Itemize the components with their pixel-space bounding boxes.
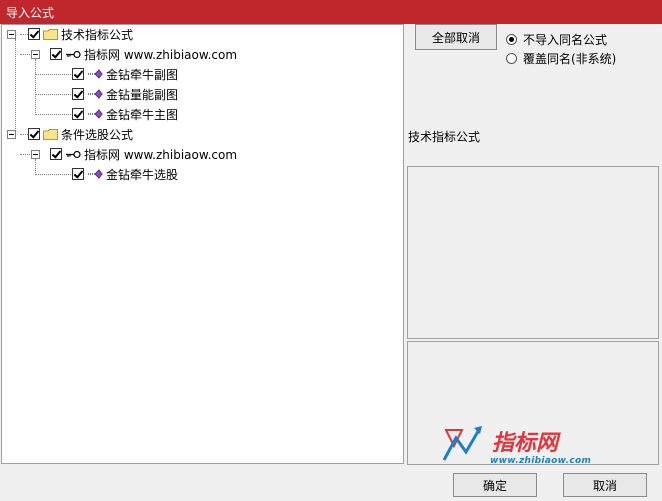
tree-connector: [35, 94, 71, 95]
folder-icon: [43, 28, 58, 40]
radio-overwrite-duplicates[interactable]: 覆盖同名(非系统): [506, 50, 616, 67]
checkbox[interactable]: [50, 148, 62, 160]
logo-brand-text: 指标网: [492, 431, 561, 456]
tree-connector: [35, 159, 36, 175]
section-label: 技术指标公式: [408, 130, 481, 144]
tree-node-label: 技术指标公式: [61, 27, 134, 42]
key-icon: [66, 50, 81, 58]
formula-info-panel: [407, 166, 659, 339]
cancel-button[interactable]: 取消: [563, 473, 647, 497]
tree-node-label: 金钻牵牛主图: [106, 107, 179, 122]
checkbox[interactable]: [72, 108, 84, 120]
formula-icon: [88, 69, 103, 79]
tree-node-formula[interactable]: 金钻量能副图: [72, 85, 178, 103]
radio-button[interactable]: [506, 53, 517, 64]
import-formula-dialog: 导入公式 技术指标公式 指标网 www.zhibiaow.com 金钻牵牛副图 …: [0, 0, 662, 501]
checkbox[interactable]: [72, 88, 84, 100]
collapse-toggle[interactable]: [7, 30, 16, 39]
checkbox[interactable]: [50, 48, 62, 60]
logo-url-text: www.zhibiaow.com: [490, 456, 592, 466]
formula-icon: [88, 89, 103, 99]
tree-connector: [35, 74, 71, 75]
tree-node-screening-formulas[interactable]: 条件选股公式: [28, 125, 133, 143]
tree-node-formula[interactable]: 金钻牵牛副图: [72, 65, 178, 83]
radio-button[interactable]: [506, 34, 517, 45]
tree-node-label: 条件选股公式: [61, 127, 134, 142]
tree-connector: [35, 59, 36, 115]
tree-node-label: 金钻牵牛副图: [106, 67, 179, 82]
radio-label: 不导入同名公式: [523, 33, 608, 47]
collapse-toggle[interactable]: [7, 130, 16, 139]
radio-label: 覆盖同名(非系统): [523, 52, 617, 66]
tree-node-label: 金钻牵牛选股: [106, 167, 179, 182]
folder-icon: [43, 128, 58, 140]
tree-node-technical-formulas[interactable]: 技术指标公式: [28, 25, 133, 43]
tree-node-label: 指标网 www.zhibiaow.com: [84, 47, 238, 62]
tree-node-label: 指标网 www.zhibiaow.com: [84, 147, 238, 162]
tree-node-label: 金钻量能副图: [106, 87, 179, 102]
formula-tree[interactable]: 技术指标公式 指标网 www.zhibiaow.com 金钻牵牛副图 金钻量能副…: [1, 24, 404, 464]
tree-connector: [35, 174, 71, 175]
title-bar[interactable]: 导入公式: [0, 0, 662, 24]
checkbox[interactable]: [72, 68, 84, 80]
tree-connector: [15, 39, 16, 139]
key-icon: [66, 150, 81, 158]
tree-node-formula[interactable]: 金钻牵牛选股: [72, 165, 178, 183]
radio-skip-duplicates[interactable]: 不导入同名公式: [506, 31, 607, 48]
tree-connector: [35, 114, 71, 115]
tree-node-zhibiaow-screening[interactable]: 指标网 www.zhibiaow.com: [50, 145, 237, 163]
formula-icon: [88, 169, 103, 179]
checkbox[interactable]: [72, 168, 84, 180]
checkbox[interactable]: [28, 128, 40, 140]
tree-node-zhibiaow-technical[interactable]: 指标网 www.zhibiaow.com: [50, 45, 237, 63]
window-title: 导入公式: [6, 6, 55, 20]
tree-node-formula[interactable]: 金钻牵牛主图: [72, 105, 178, 123]
collapse-toggle[interactable]: [31, 150, 40, 159]
cancel-all-button[interactable]: 全部取消: [415, 24, 497, 50]
checkbox[interactable]: [28, 28, 40, 40]
formula-icon: [88, 109, 103, 119]
collapse-toggle[interactable]: [31, 50, 40, 59]
ok-button[interactable]: 确定: [453, 473, 537, 497]
